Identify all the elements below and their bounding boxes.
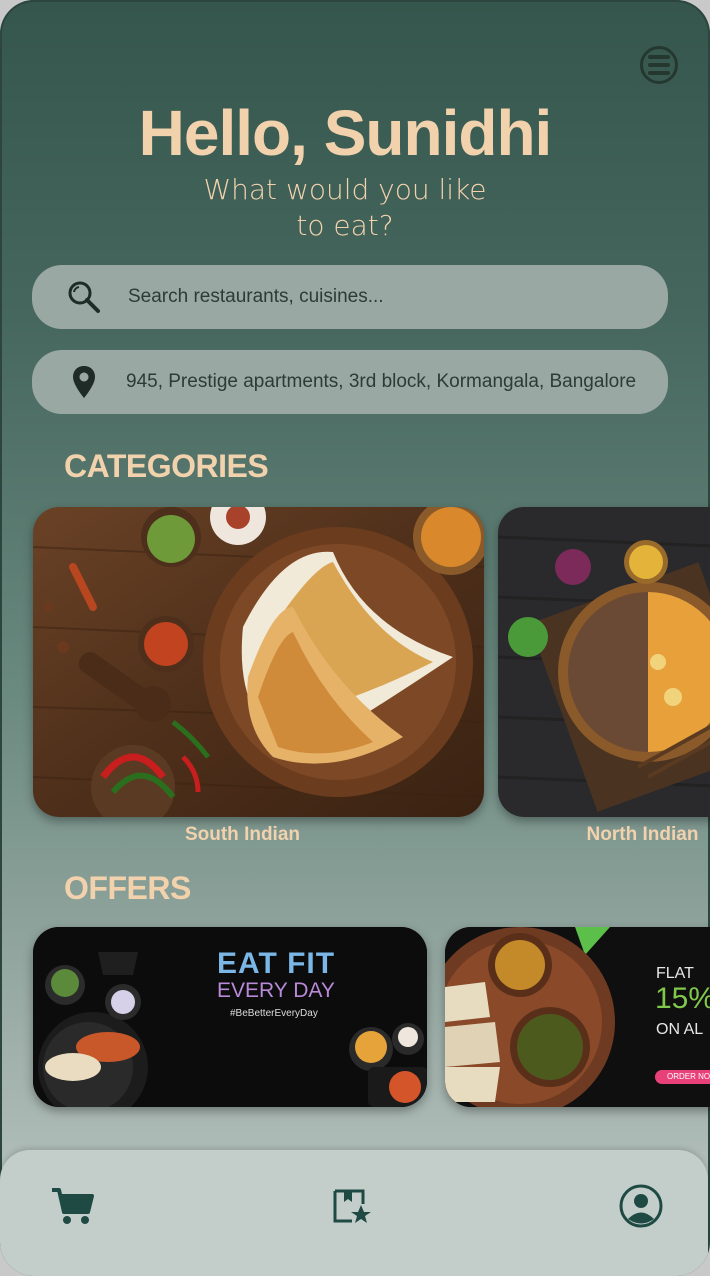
- search-input[interactable]: [126, 285, 610, 309]
- menu-icon-bar: [648, 55, 670, 59]
- bookmark-star-icon[interactable]: [332, 1188, 372, 1231]
- profile-icon[interactable]: [619, 1184, 663, 1233]
- location-bar[interactable]: 945, Prestige apartments, 3rd block, Kor…: [32, 350, 668, 414]
- north-indian-image: [498, 507, 710, 817]
- menu-icon-bar: [648, 63, 670, 67]
- offers-heading: OFFERS: [64, 870, 191, 906]
- menu-button[interactable]: [640, 46, 678, 84]
- greeting-subtitle: What would you like to eat?: [203, 173, 487, 242]
- offer-subheadline: EVERY DAY: [217, 979, 335, 1002]
- offer-on-label: ON AL: [656, 1021, 704, 1038]
- category-label: South Indian: [184, 824, 301, 845]
- offer-card-eat-fit[interactable]: EAT FIT EVERY DAY #BeBetterEveryDay: [33, 927, 427, 1107]
- cart-icon[interactable]: [50, 1186, 94, 1231]
- categories-heading: CATEGORIES: [64, 448, 269, 484]
- offer-hashtag: #BeBetterEveryDay: [230, 1008, 318, 1019]
- bottom-navigation: [0, 1150, 708, 1276]
- offer-headline: EAT FIT: [217, 947, 336, 980]
- location-address: 945, Prestige apartments, 3rd block, Kor…: [126, 371, 637, 392]
- offer-flat-label: FLAT: [656, 965, 694, 982]
- greeting-title: Hello, Sunidhi: [138, 97, 553, 169]
- offer-percent: 15%: [655, 982, 710, 1015]
- offer-card-flat-discount[interactable]: FLAT 15% ON AL ORDER NO: [445, 927, 710, 1107]
- app-screen: Hello, Sunidhi What would you like to ea…: [0, 0, 710, 1276]
- order-now-button[interactable]: ORDER NO: [655, 1070, 710, 1084]
- search-icon: [60, 280, 108, 314]
- search-bar[interactable]: [32, 265, 668, 329]
- category-card-north-indian[interactable]: [498, 507, 710, 817]
- menu-icon-bar: [648, 71, 670, 75]
- south-indian-image: [33, 507, 484, 817]
- location-pin-icon: [60, 365, 108, 399]
- category-card-south-indian[interactable]: [33, 507, 484, 817]
- category-label: North Indian: [586, 824, 699, 845]
